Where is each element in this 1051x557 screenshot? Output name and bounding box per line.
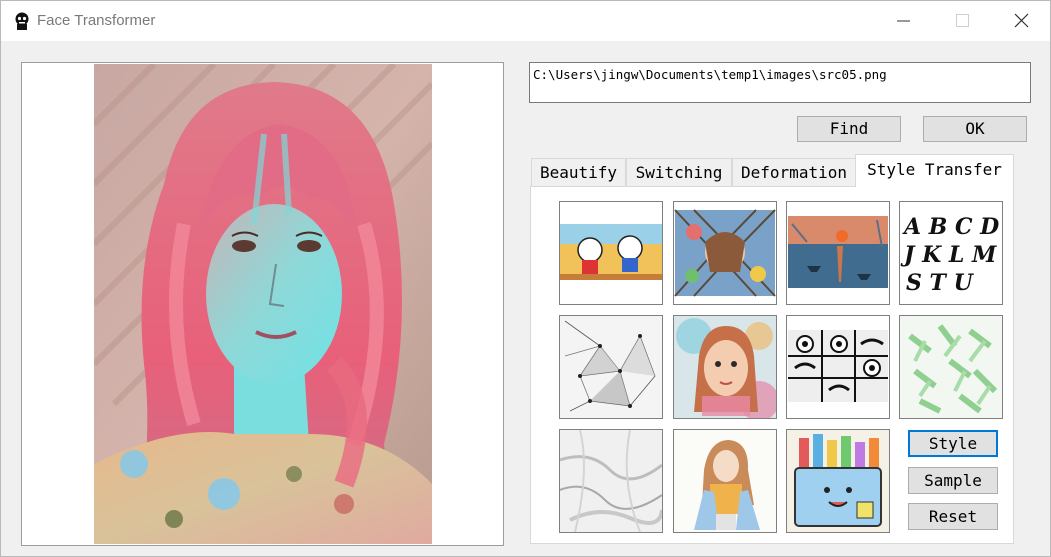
client-area: C:\Users\jingw\Documents\temp1\images\sr… bbox=[1, 41, 1050, 556]
tab-deformation[interactable]: Deformation bbox=[732, 158, 856, 186]
maximize-button[interactable] bbox=[940, 1, 986, 41]
illustrated-girl-style-thumbnail[interactable] bbox=[673, 429, 777, 533]
window-title: Face Transformer bbox=[37, 12, 156, 29]
style-button[interactable]: Style bbox=[908, 430, 998, 457]
cartoon-style-thumbnail[interactable] bbox=[559, 201, 663, 305]
low-poly-network-style-thumbnail[interactable] bbox=[559, 315, 663, 419]
tab-style-transfer[interactable]: Style Transfer bbox=[855, 154, 1014, 187]
minimize-button[interactable] bbox=[881, 1, 927, 41]
svg-text:S T U: S T U bbox=[906, 270, 975, 296]
stained-glass-style-thumbnail[interactable] bbox=[673, 201, 777, 305]
app-face-icon bbox=[12, 11, 32, 31]
stylized-portrait-image bbox=[94, 64, 432, 544]
title-bar[interactable]: Face Transformer bbox=[1, 1, 1050, 41]
tab-switching[interactable]: Switching bbox=[626, 158, 732, 186]
marble-texture-style-thumbnail[interactable] bbox=[559, 429, 663, 533]
main-window: Face Transformer C:\Users\jingw\Document… bbox=[0, 0, 1051, 557]
doodle-pencil-cup-style-thumbnail[interactable] bbox=[786, 429, 890, 533]
minimize-icon bbox=[897, 20, 910, 22]
reset-button[interactable]: Reset bbox=[908, 503, 998, 530]
sample-button[interactable]: Sample bbox=[908, 467, 998, 494]
impressionist-sunrise-style-thumbnail[interactable] bbox=[786, 201, 890, 305]
comic-faces-style-thumbnail[interactable] bbox=[786, 315, 890, 419]
maximize-icon bbox=[956, 14, 969, 27]
gothic-letters-style-thumbnail[interactable]: A B C D J K L M S T U bbox=[899, 201, 1003, 305]
watercolor-girl-style-thumbnail[interactable] bbox=[673, 315, 777, 419]
image-preview-frame bbox=[21, 62, 504, 546]
svg-text:A B C D: A B C D bbox=[902, 214, 999, 240]
close-button[interactable] bbox=[999, 1, 1045, 41]
find-button[interactable]: Find bbox=[797, 116, 901, 142]
close-icon bbox=[1014, 13, 1029, 28]
tab-beautify[interactable]: Beautify bbox=[531, 158, 626, 186]
file-path-field[interactable]: C:\Users\jingw\Documents\temp1\images\sr… bbox=[529, 62, 1031, 103]
ok-button[interactable]: OK bbox=[923, 116, 1027, 142]
green-leaves-style-thumbnail[interactable] bbox=[899, 315, 1003, 419]
svg-text:J K L M: J K L M bbox=[900, 242, 997, 268]
